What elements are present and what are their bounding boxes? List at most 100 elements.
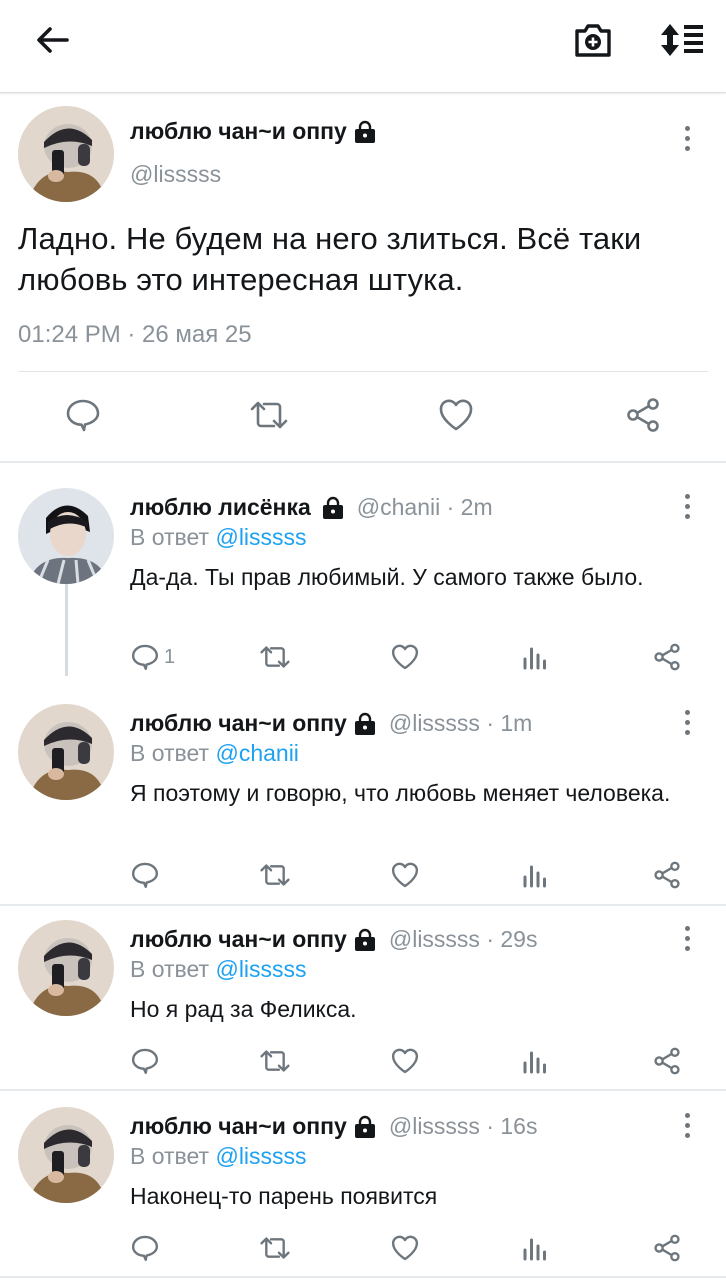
heart-icon [391,1235,419,1261]
reply-button[interactable]: 1 [130,642,175,672]
reply-button[interactable] [130,1233,160,1263]
mention-link[interactable]: @chanii [215,740,298,766]
retweet-icon [260,646,290,668]
tweet-text: Ладно. Не будем на него злиться. Всё так… [18,221,642,297]
like-button[interactable] [390,1046,420,1076]
analytics-button[interactable] [522,1048,548,1074]
share-button[interactable] [652,642,682,672]
reply-button[interactable] [64,396,102,434]
reply-tweet: люблю лисёнка @chanii · 2m В ответ @liss… [0,464,726,680]
display-name[interactable]: люблю лисёнка @chanii · 2m [130,494,493,521]
tweet-text: Но я рад за Феликса. [130,996,357,1022]
reply-tweet: люблю чан~и оппу @lisssss · 29s В ответ … [0,896,726,1092]
user-handle-time: @lisssss · 1m [388,710,533,736]
divider [0,1276,726,1278]
more-options-icon[interactable] [683,710,691,740]
arrow-left-icon [37,27,69,53]
avatar[interactable] [18,920,114,1016]
avatar[interactable] [18,106,114,202]
tweet-timestamp: 01:24 PM · 26 мая 25 [18,321,252,348]
retweet-button[interactable] [258,1046,292,1076]
retweet-icon [260,864,290,886]
share-button[interactable] [652,1233,682,1263]
heart-icon [391,862,419,888]
more-options-icon[interactable] [683,126,691,156]
bar-chart-icon [523,1238,546,1261]
avatar[interactable] [18,1107,114,1203]
share-icon [654,643,680,671]
display-name[interactable]: люблю чан~и оппу @lisssss · 1m [130,710,532,737]
share-button[interactable] [652,1046,682,1076]
like-button[interactable] [390,860,420,890]
share-button[interactable] [652,860,682,890]
camera-plus-icon [575,24,611,57]
share-icon [654,1234,680,1262]
replying-to: В ответ @lisssss [130,956,307,982]
retweet-icon [260,1050,290,1072]
tweet-text: Да-да. Ты прав любимый. У самого также б… [130,564,644,590]
user-handle[interactable]: @lisssss [130,161,221,188]
lock-icon [322,496,343,519]
replying-to: В ответ @lisssss [130,524,307,550]
reply-bubble-icon [131,1048,159,1075]
reply-button[interactable] [130,1046,160,1076]
avatar[interactable] [18,704,114,800]
avatar[interactable] [18,488,114,584]
share-icon [654,1047,680,1075]
reply-bubble-icon [131,644,159,671]
mention-link[interactable]: @lisssss [215,524,306,550]
like-button[interactable] [437,396,475,434]
display-name[interactable]: люблю чан~и оппу [130,118,377,145]
display-name[interactable]: люблю чан~и оппу @lisssss · 29s [130,926,537,953]
back-button[interactable] [30,22,74,58]
heart-icon [391,644,419,670]
heart-icon [439,399,473,431]
user-handle-time: @lisssss · 16s [388,1113,538,1139]
heart-icon [391,1048,419,1074]
sort-list-icon [661,24,703,56]
bar-chart-icon [523,865,546,888]
lock-icon [354,1115,375,1138]
reply-button[interactable] [130,860,160,890]
share-button[interactable] [624,396,662,434]
analytics-button[interactable] [522,644,548,670]
tweet-text: Я поэтому и говорю, что любовь меняет че… [130,780,671,806]
reply-tweet: люблю чан~и оппу @lisssss · 1m В ответ @… [0,680,726,906]
lock-icon [354,712,375,735]
share-icon [654,861,680,889]
reply-count: 1 [164,645,176,668]
more-options-icon[interactable] [683,494,691,524]
retweet-icon [250,401,288,429]
divider [18,371,708,372]
analytics-button[interactable] [522,1235,548,1261]
main-tweet: люблю чан~и оппу @lisssss Ладно. Не буде… [0,94,726,464]
retweet-button[interactable] [248,396,290,434]
reply-bubble-icon [131,862,159,889]
analytics-button[interactable] [522,862,548,888]
lock-icon [354,928,375,951]
retweet-button[interactable] [258,642,292,672]
replying-to: В ответ @chanii [130,740,299,766]
sort-button[interactable] [656,19,708,61]
user-handle-time: @lisssss · 29s [388,926,538,952]
retweet-icon [260,1237,290,1259]
tweet-text: Наконец-то парень появится [130,1183,438,1209]
lock-icon [354,120,375,143]
more-options-icon[interactable] [683,926,691,956]
divider [0,461,726,463]
retweet-button[interactable] [258,860,292,890]
bar-chart-icon [523,647,546,670]
more-options-icon[interactable] [683,1113,691,1143]
retweet-button[interactable] [258,1233,292,1263]
display-name[interactable]: люблю чан~и оппу @lisssss · 16s [130,1113,537,1140]
reply-bubble-icon [66,399,100,432]
mention-link[interactable]: @lisssss [215,1143,306,1169]
user-handle-time: @chanii · 2m [356,494,493,520]
camera-button[interactable] [570,19,616,61]
bar-chart-icon [523,1051,546,1074]
like-button[interactable] [390,1233,420,1263]
like-button[interactable] [390,642,420,672]
mention-link[interactable]: @lisssss [215,956,306,982]
reply-bubble-icon [131,1235,159,1262]
reply-tweet: люблю чан~и оппу @lisssss · 16s В ответ … [0,1083,726,1280]
